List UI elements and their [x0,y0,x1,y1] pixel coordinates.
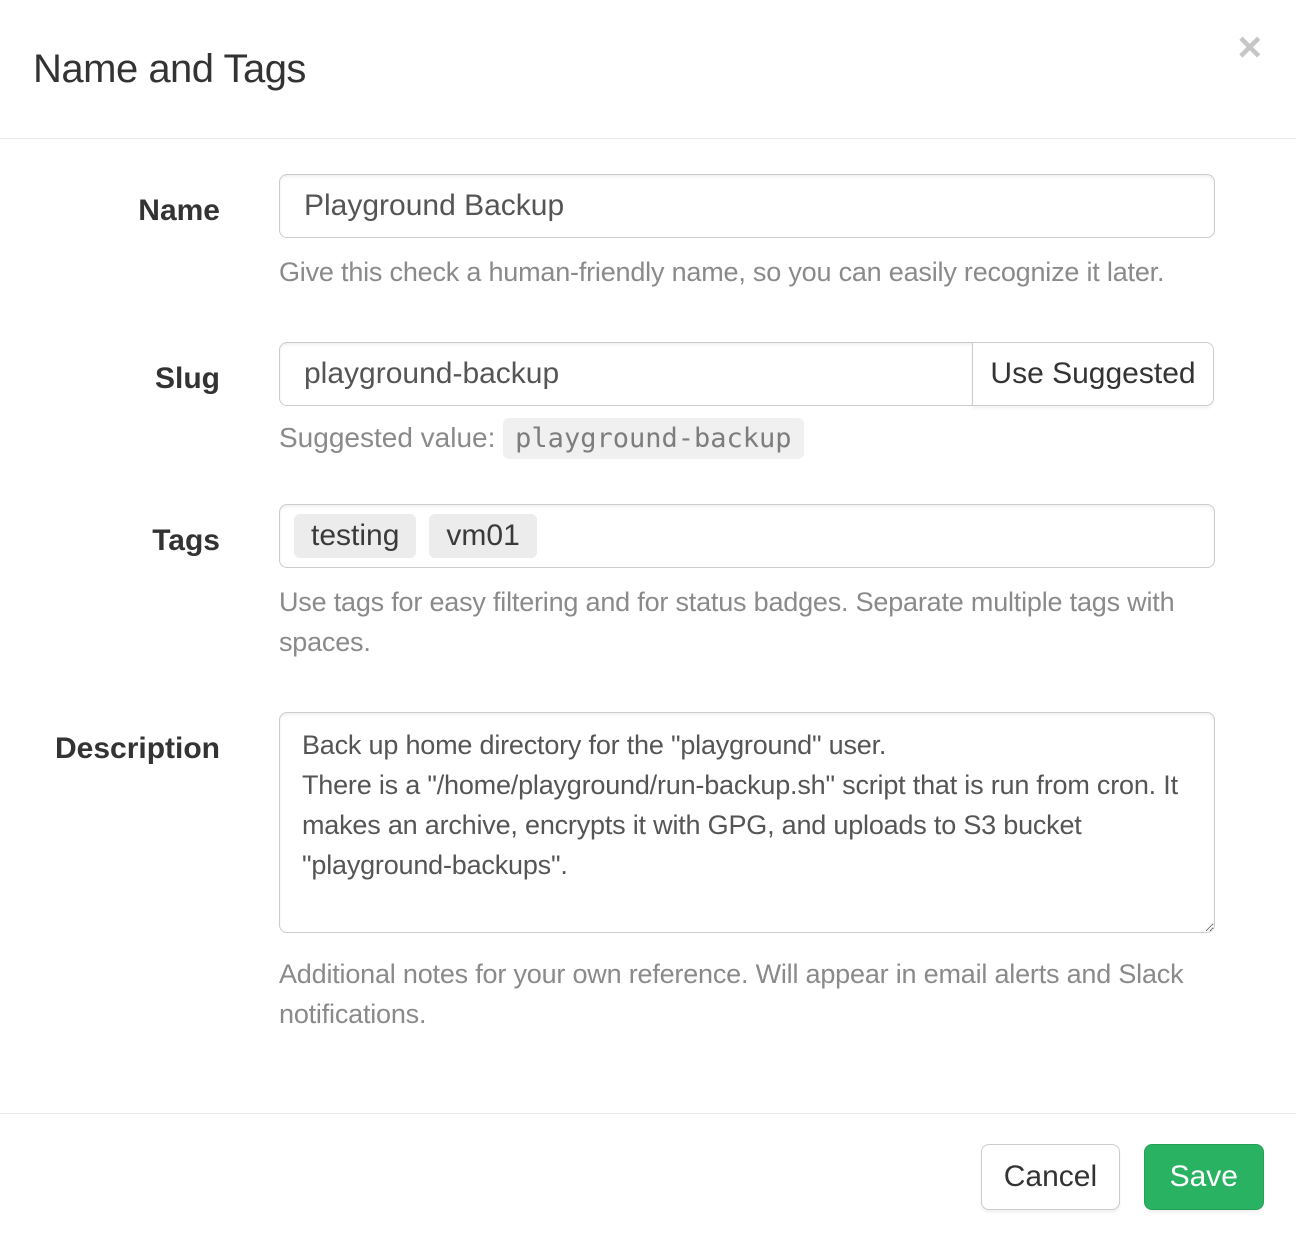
dialog-title: Name and Tags [33,47,306,92]
dialog-body: Name Give this check a human-friendly na… [0,139,1296,1034]
slug-input-group: Use Suggested [279,342,1215,406]
save-button[interactable]: Save [1144,1144,1264,1210]
suggested-value-label: Suggested value: [279,422,495,453]
use-suggested-button[interactable]: Use Suggested [972,342,1214,406]
close-icon[interactable]: × [1237,26,1262,68]
suggested-value-code: playground-backup [503,418,803,459]
dialog-footer: Cancel Save [0,1113,1296,1242]
tags-help-text: Use tags for easy filtering and for stat… [279,582,1239,662]
slug-form-group: Slug Use Suggested Suggested value: play… [0,342,1296,454]
description-textarea[interactable]: Back up home directory for the "playgrou… [279,712,1215,933]
tag-chip[interactable]: vm01 [429,514,536,558]
name-form-group: Name Give this check a human-friendly na… [0,174,1296,292]
description-help-text: Additional notes for your own reference.… [279,954,1239,1034]
tag-chip[interactable]: testing [294,514,416,558]
slug-input[interactable] [279,342,973,406]
tags-form-group: Tags testing vm01 Use tags for easy filt… [0,504,1296,662]
slug-label: Slug [0,342,235,454]
tags-label: Tags [0,504,235,662]
description-form-group: Description Back up home directory for t… [0,712,1296,1034]
name-input[interactable] [279,174,1215,238]
cancel-button[interactable]: Cancel [981,1144,1120,1210]
dialog-header: Name and Tags × [0,0,1296,139]
name-label: Name [0,174,235,292]
name-and-tags-dialog: Name and Tags × Name Give this check a h… [0,0,1296,1242]
description-label: Description [0,712,235,1034]
suggested-value-line: Suggested value: playground-backup [279,422,1215,454]
name-help-text: Give this check a human-friendly name, s… [279,252,1289,292]
tags-input[interactable]: testing vm01 [279,504,1215,568]
